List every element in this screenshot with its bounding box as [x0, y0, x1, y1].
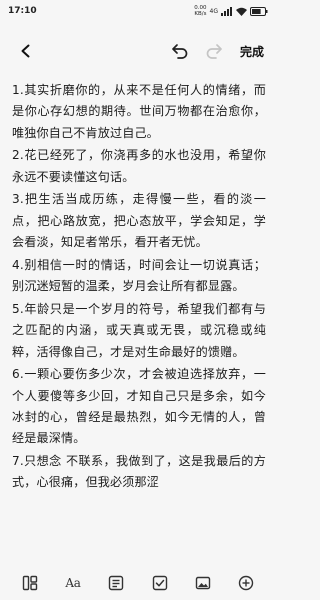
redo-button[interactable] [202, 39, 226, 63]
undo-icon [172, 44, 188, 59]
list-button[interactable] [103, 570, 129, 596]
note-body[interactable]: 1.其实折磨你的，从来不是任何人的情绪，而是你心存幻想的期待。世间万物都在治愈你… [12, 80, 266, 566]
font-style-button[interactable]: Aa [60, 570, 86, 596]
image-icon [195, 576, 211, 590]
layout-grid-icon [22, 575, 37, 591]
note-paragraph[interactable]: 3.把生活当成历练，走得慢一些，看的淡一点，把心路放宽，把心态放平，学会知足，学… [12, 189, 266, 253]
note-paragraph[interactable]: 4.别相信一时的情话，时间会让一切说真话；别沉迷短暂的温柔，岁月会让所有都显露。 [12, 255, 266, 298]
insert-image-button[interactable] [190, 570, 216, 596]
checklist-button[interactable] [147, 570, 173, 596]
back-button[interactable] [14, 39, 38, 63]
plus-circle-icon [239, 575, 254, 591]
editor-toolbar: 完成 [0, 36, 276, 66]
redo-icon [206, 44, 222, 59]
status-bar: 17:10 0.00 KB/s 4G [0, 0, 276, 22]
note-paragraph[interactable]: 2.花已经死了，你浇再多的水也没用，希望你永远不要读懂这句话。 [12, 145, 266, 188]
signal-icon [221, 6, 233, 16]
battery-icon [250, 6, 268, 16]
network-speed: 0.00 KB/s [194, 5, 206, 17]
note-paragraph[interactable]: 7.只想念 不联系，我做到了，这是我最后的方式，心很痛，但我必须那涩 [12, 451, 266, 494]
list-icon [109, 575, 124, 591]
network-speed-unit: KB/s [194, 11, 207, 17]
note-editor-screen: 17:10 0.00 KB/s 4G 完成 1.其实折磨你的，从来不是任何人的情… [0, 0, 276, 600]
network-type: 4G [209, 7, 218, 15]
layout-button[interactable] [17, 570, 43, 596]
more-insert-button[interactable] [233, 570, 259, 596]
format-toolbar: Aa [0, 566, 276, 600]
checkbox-icon [152, 575, 167, 591]
note-paragraph[interactable]: 1.其实折磨你的，从来不是任何人的情绪，而是你心存幻想的期待。世间万物都在治愈你… [12, 80, 266, 144]
chevron-left-icon [21, 44, 30, 58]
done-button[interactable]: 完成 [240, 43, 264, 60]
note-paragraph[interactable]: 6.一颗心要伤多少次，才会被迫选择放弃，一个人要傻等多少回，才知自己只是多余，如… [12, 364, 266, 449]
status-indicators: 0.00 KB/s 4G [194, 5, 268, 17]
font-style-label: Aa [65, 576, 81, 590]
status-time: 17:10 [8, 6, 37, 16]
undo-button[interactable] [168, 39, 192, 63]
wifi-icon [236, 7, 247, 16]
note-paragraph[interactable]: 5.年龄只是一个岁月的符号，希望我们都有与之匹配的内涵，或天真或无畏，或沉稳或纯… [12, 299, 266, 363]
